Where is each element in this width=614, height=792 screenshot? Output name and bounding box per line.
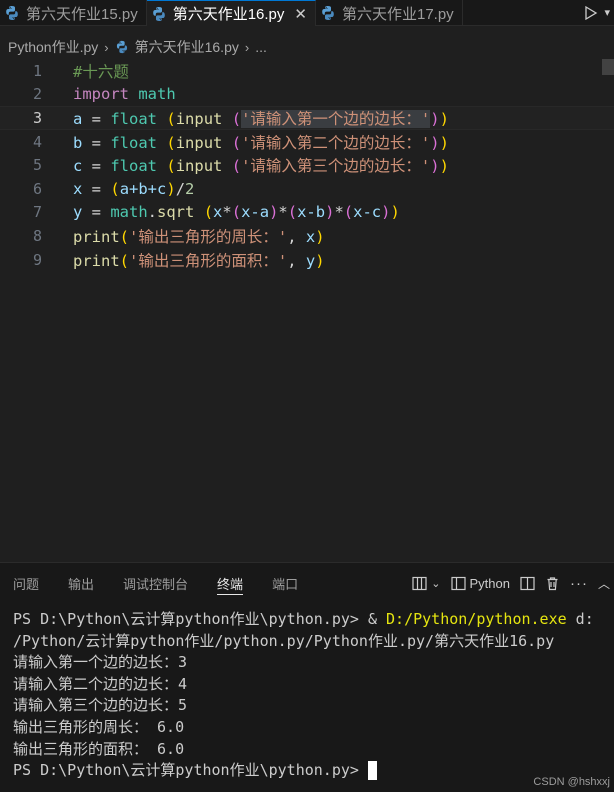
chevron-right-icon: › <box>104 39 109 55</box>
code-text: c = float (input ('请输入第三个边的边长：')) <box>73 157 449 176</box>
code-line: 6 x = (a+b+c)/2 <box>0 177 614 201</box>
terminal-profile[interactable]: Python <box>450 575 510 591</box>
terminal-prompt: PS D:\Python\云计算python作业\python.py> <box>13 610 368 628</box>
line-number: 2 <box>32 85 42 104</box>
line-number: 7 <box>32 203 42 222</box>
tab-debug-console[interactable]: 调试控制台 <box>123 563 188 603</box>
line-number: 4 <box>32 132 42 151</box>
code-line: 8 print('输出三角形的周长：', x) <box>0 224 614 248</box>
code-line: 9 print('输出三角形的面积：', y) <box>0 248 614 272</box>
code-text: print('输出三角形的周长：', x) <box>73 227 325 246</box>
tab-file-16[interactable]: 第六天作业16.py ✕ <box>146 0 316 26</box>
breadcrumb-more[interactable]: ... <box>255 39 267 55</box>
code-text: #十六题 <box>73 62 129 81</box>
watermark: CSDN @hshxxj <box>533 776 610 788</box>
terminal-panel-icon <box>450 576 466 590</box>
layout-dropdown[interactable]: ⌄ <box>412 576 441 591</box>
python-file-icon <box>320 5 336 21</box>
chevron-down-icon[interactable]: ▾ <box>604 6 610 19</box>
terminal-cursor <box>367 761 377 781</box>
code-text: b = float (input ('请输入第二个边的边长：')) <box>73 133 449 152</box>
trash-icon[interactable] <box>545 576 560 591</box>
code-line-current: 3 a = float (input ('请输入第一个边的边长：')) <box>0 106 614 130</box>
panel-actions: ⌄ Python ··· ︿ <box>412 563 614 603</box>
python-file-icon <box>115 40 129 54</box>
code-line: 7 y = math.sqrt (x*(x-a)*(x-b)*(x-c)) <box>0 201 614 225</box>
chevron-up-icon[interactable]: ︿ <box>598 575 610 592</box>
line-number: 1 <box>32 61 42 80</box>
breadcrumb: Python作业.py › 第六天作业16.py › ... <box>0 36 267 58</box>
code-line: 1 #十六题 <box>0 59 614 83</box>
code-line: 5 c = float (input ('请输入第三个边的边长：')) <box>0 153 614 177</box>
code-editor[interactable]: 1 #十六题 2 import math 3 a = float (input … <box>0 59 614 562</box>
chevron-right-icon: › <box>244 39 250 55</box>
tab-ports[interactable]: 端口 <box>272 563 298 603</box>
tab-label: 第六天作业16.py <box>172 6 285 23</box>
terminal-prompt: PS D:\Python\云计算python作业\python.py> <box>13 761 368 780</box>
terminal-line: 输出三角形的面积： 6.0 <box>13 739 185 758</box>
terminal-line: 请输入第二个边的边长：4 <box>13 674 188 693</box>
terminal-line: 请输入第一个边的边长：3 <box>13 653 188 672</box>
code-text: print('输出三角形的面积：', y) <box>73 251 325 270</box>
python-file-icon <box>151 6 167 22</box>
tab-terminal[interactable]: 终端 <box>217 563 244 603</box>
line-number: 9 <box>32 250 42 269</box>
breadcrumb-folder[interactable]: Python作业.py <box>8 37 98 57</box>
editor-tab-bar: 第六天作业15.py 第六天作业16.py ✕ 第六天作业17.py ▾ <box>0 0 614 26</box>
python-file-icon <box>4 5 20 21</box>
tab-file-15[interactable]: 第六天作业15.py <box>0 0 147 26</box>
tab-label: 第六天作业17.py <box>341 5 454 23</box>
terminal-command-exe: D:/Python/python.exe <box>386 610 567 628</box>
line-number: 3 <box>32 108 42 127</box>
code-text: a = float (input ('请输入第一个边的边长：')) <box>73 109 449 128</box>
chevron-down-icon: ⌄ <box>431 577 441 590</box>
terminal-output[interactable]: PS D:\Python\云计算python作业\python.py> & D:… <box>13 609 594 782</box>
close-icon[interactable]: ✕ <box>294 5 307 23</box>
code-line: 2 import math <box>0 83 614 107</box>
terminal-command-amp: & <box>367 610 387 628</box>
bottom-panel: 问题 输出 调试控制台 终端 端口 ⌄ Python ··· ︿ PS D:\P… <box>0 562 614 792</box>
terminal-profile-label: Python <box>469 575 510 591</box>
selected-text: '请输入第一个边的边长：' <box>241 109 431 128</box>
more-icon[interactable]: ··· <box>570 575 588 592</box>
editor-actions: ▾ <box>584 0 614 25</box>
terminal-command-arg: d: <box>566 610 594 628</box>
tab-output[interactable]: 输出 <box>68 563 94 603</box>
terminal-line: 输出三角形的周长： 6.0 <box>13 717 185 736</box>
terminal-line: 请输入第三个边的边长：5 <box>13 696 188 715</box>
run-icon[interactable] <box>584 5 598 20</box>
line-number: 5 <box>32 156 42 175</box>
split-editor-icon[interactable] <box>520 576 535 591</box>
terminal-command-arg-cont: /Python/云计算python作业/python.py/Python作业.p… <box>13 631 555 650</box>
code-line: 4 b = float (input ('请输入第二个边的边长：')) <box>0 130 614 154</box>
tab-problems[interactable]: 问题 <box>13 563 39 603</box>
panel-layout-icon <box>412 576 427 590</box>
code-text: x = (a+b+c)/2 <box>73 179 195 198</box>
tab-label: 第六天作业15.py <box>26 5 138 23</box>
line-number: 6 <box>32 179 42 198</box>
line-number: 8 <box>32 226 42 245</box>
code-text: import math <box>73 85 176 104</box>
tab-file-17[interactable]: 第六天作业17.py <box>316 0 463 26</box>
breadcrumb-file[interactable]: 第六天作业16.py <box>135 37 239 57</box>
code-text: y = math.sqrt (x*(x-a)*(x-b)*(x-c)) <box>73 203 400 222</box>
